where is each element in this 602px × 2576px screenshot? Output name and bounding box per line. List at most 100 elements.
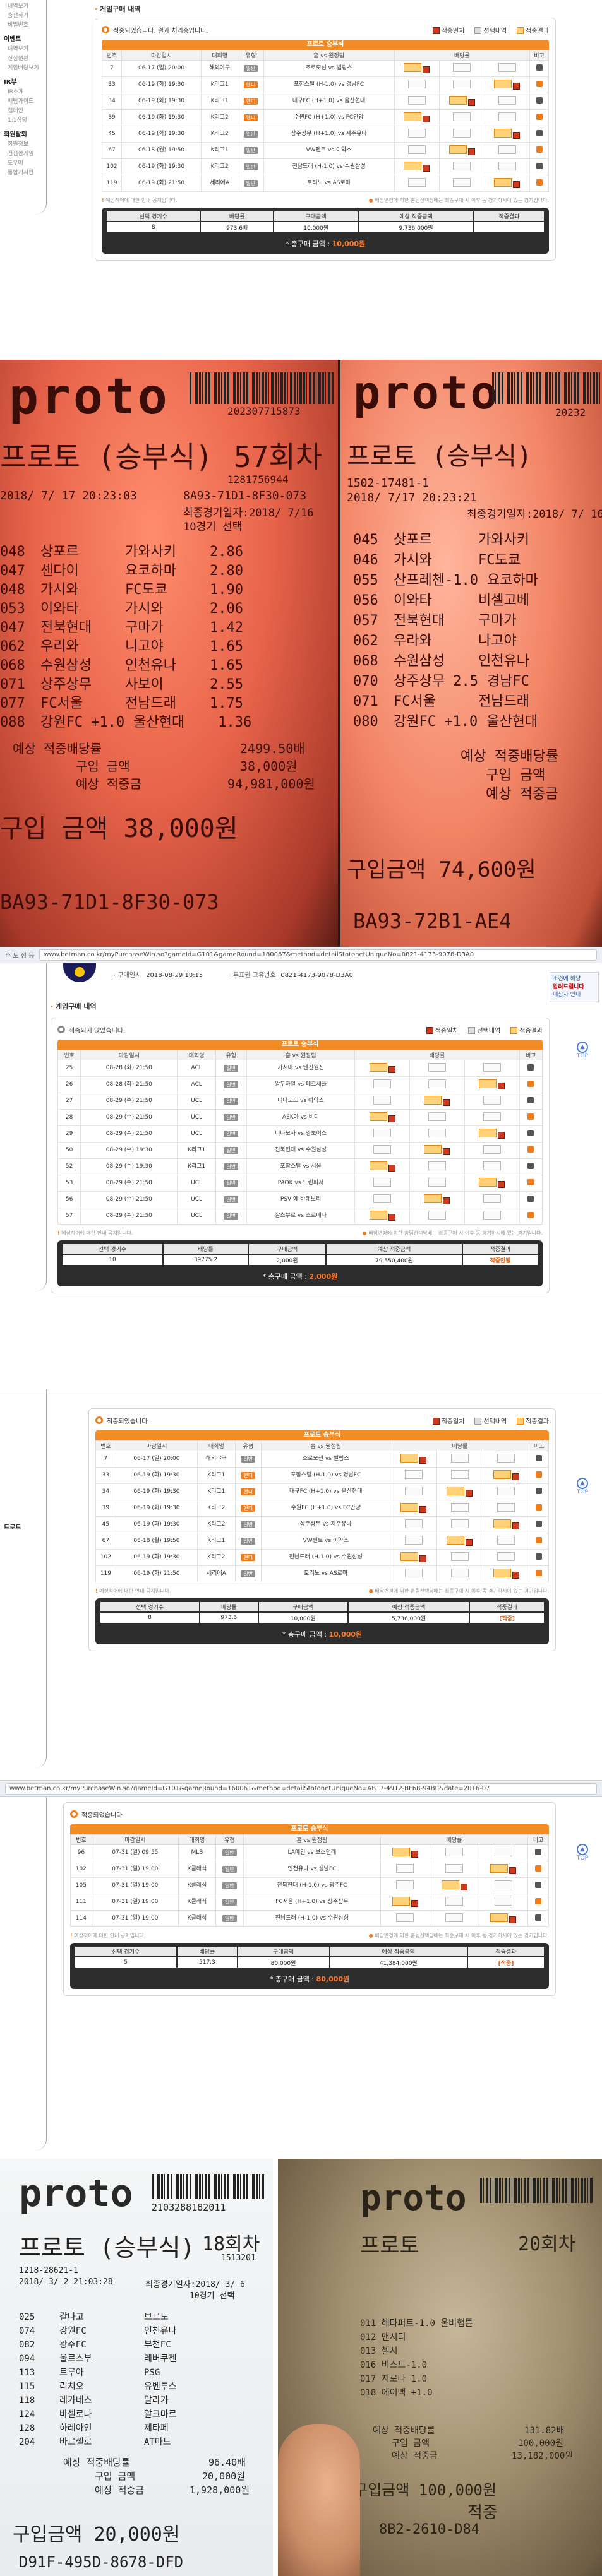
win-label: 예상 적중금 — [76, 776, 142, 792]
ticket-line: 082광주FC부천FC1.40 — [19, 2338, 272, 2352]
ticket-line: 128하레아인제타페1.54 — [19, 2421, 272, 2435]
sidebar-item[interactable]: 회원정보 — [8, 139, 46, 148]
odds-cell — [390, 1565, 437, 1582]
sidebar-item[interactable]: 신청현황 — [8, 54, 46, 62]
sidebar-item[interactable]: IR소개 — [8, 87, 46, 95]
sidebar-item[interactable]: 도우미 — [8, 158, 46, 167]
odds-cell — [482, 1549, 530, 1566]
odds-cell — [354, 1175, 411, 1192]
odds-box — [497, 1453, 515, 1463]
url-input[interactable]: www.betman.co.kr/myPurchaseWin.so?gameId… — [5, 1783, 597, 1795]
sidebar-item[interactable]: 내역보기 — [8, 44, 46, 52]
odds-box — [369, 1062, 387, 1072]
odds-cell — [464, 1060, 520, 1077]
top-button[interactable]: ▲ TOP — [572, 1042, 593, 1059]
table-header-row: 번호 마감일시 대회명 유형 홈 vs 원정팀 배당률 비고 — [102, 50, 549, 61]
sidebar-item[interactable]: 게임배당보기 — [8, 63, 46, 71]
game-type: 일반 — [215, 1142, 247, 1159]
ticket-cell: 전북현대 — [394, 613, 445, 629]
top-button[interactable]: ▲ TOP — [572, 1844, 593, 1861]
table-title: 프로토 승부식 — [57, 1040, 543, 1050]
type-tag: 핸디 — [243, 97, 258, 105]
sidebar-item[interactable]: 이벤트 — [4, 33, 46, 43]
odds-box — [400, 1552, 419, 1561]
sidebar-item[interactable]: 충전하기 — [8, 11, 46, 19]
result-icon — [536, 64, 543, 71]
remark — [529, 76, 549, 93]
section-title: 게임구매 내역 — [95, 4, 556, 14]
result-icon — [535, 1848, 542, 1855]
sidebar-item[interactable]: 건전한게임 — [8, 149, 46, 157]
remark — [529, 158, 549, 175]
odds-cell — [439, 142, 485, 159]
league: K리그1 — [177, 1158, 216, 1175]
odds-box — [445, 1896, 464, 1906]
game-type: 일반 — [215, 1125, 247, 1143]
ticket-cell: 124 — [19, 2409, 35, 2419]
summary-value: 79,550,400원 — [327, 1255, 462, 1265]
pick-check-icon — [498, 1131, 505, 1139]
summary-header: 예상 적중금액 — [348, 1602, 469, 1611]
table-header: 비고 — [527, 1834, 549, 1845]
game-number: 96 — [70, 1844, 92, 1861]
sidebar-item[interactable]: 배팅가이드 — [8, 97, 46, 105]
ticket-cell: 1.75 — [210, 696, 243, 711]
table-row: 96 07-31 (일) 09:55 MLB 일반 LA에인 vs 보스턴레 — [70, 1844, 549, 1861]
summary-header: 배당률 — [201, 211, 273, 221]
address-bar[interactable]: www.betman.co.kr/myPurchaseWin.so?gameId… — [0, 1781, 602, 1797]
odds-box — [404, 62, 422, 72]
odds-box — [450, 1552, 469, 1561]
win-label: 예상 적중금 — [486, 786, 558, 802]
odds-cell — [484, 158, 530, 175]
summary-table: 선택 경기수 배당률 구매금액 예상 적중금액 적중결과 8 973.6 10,000원 5,7… — [99, 1601, 545, 1624]
match: 전북현대 (H-1.0) vs 광주FC — [243, 1877, 381, 1894]
top-button[interactable]: ▲ TOP — [572, 1478, 593, 1495]
address-bar[interactable]: 주 도 정 등 www.betman.co.kr/myPurchaseWin.s… — [0, 947, 602, 963]
table-row: 39 06-19 (화) 19:30 K리그2 핸디 수원FC (H+1.0) vs F… — [95, 1500, 549, 1517]
odds-cell — [429, 1910, 479, 1927]
table-header: 대회명 — [178, 1834, 216, 1845]
summary-header: 구매금액 — [274, 211, 358, 221]
table-header: 번호 — [57, 1050, 81, 1060]
deadline: 08-29 (수) 21:50 — [80, 1109, 178, 1126]
table-row: 102 07-31 (일) 19:00 K클래식 일반 인천유나 vs 성남FC — [70, 1861, 549, 1878]
ticket-cell: 레버쿠젠 — [144, 2354, 177, 2364]
legend: 적중일치 선택내역 적중결과 — [432, 1416, 549, 1425]
sidebar-item[interactable]: 캠페인 — [8, 106, 46, 114]
purchase-panel: 적중되지 않았습니다. 적중일치 선택내역 적중결과 프로토 승부식 번호 마감일시… — [51, 1018, 550, 1293]
ticket-cell: 전남드래 — [478, 694, 529, 709]
match: PSV 에 바테보리 — [246, 1191, 356, 1208]
sidebar-item[interactable]: 회원탈퇴 — [4, 129, 46, 138]
sidebar-item[interactable]: 비밀번호 — [8, 20, 46, 28]
odds-cell — [380, 1894, 430, 1911]
ticket-cell: 055 — [353, 573, 378, 588]
type-tag: 일반 — [224, 1163, 239, 1171]
deadline: 07-31 (일) 09:55 — [91, 1844, 179, 1861]
ticket-left: proto 2103288182011 프로토 (승부식) 18회차 15132… — [0, 2159, 273, 2576]
ticket-cell: 삿포르 — [394, 532, 432, 548]
pick-check-icon — [467, 148, 475, 155]
match: 대구FC (H+1.0) vs 울산현대 — [260, 1483, 391, 1500]
remark — [527, 1861, 549, 1878]
match: 수원FC (H+1.0) vs FC안양 — [260, 1500, 391, 1517]
summary-value: 9,736,000원 — [359, 222, 473, 232]
summary-value: [적중] — [470, 1613, 544, 1623]
url-input[interactable]: www.betman.co.kr/myPurchaseWin.so?gameId… — [39, 949, 597, 961]
remark — [519, 1208, 543, 1225]
sidebar-item[interactable]: 내역보기 — [8, 1, 46, 9]
side-banner[interactable]: 조건에 해당 알려드립니다 대상자 안내 — [550, 972, 599, 1002]
ticket-cell: 말라가 — [144, 2395, 169, 2406]
sidebar-item[interactable]: IR부 — [4, 76, 46, 86]
deadline: 07-31 (일) 19:00 — [91, 1861, 179, 1878]
odds-cell — [354, 1076, 411, 1093]
odds-box — [447, 1486, 465, 1495]
sidebar-item[interactable]: 통합게시판 — [8, 168, 46, 176]
odds-cell — [436, 1533, 484, 1550]
summary-value-row: 8 973.6 10,000원 5,736,000원 [적중] — [100, 1613, 544, 1623]
notes: ! 예상적어에 대한 안내 공지입니다. ● 배당변경에 의한 홈팀선택당배는 … — [102, 198, 549, 203]
deadline: 06-19 (화) 19:30 — [115, 1500, 198, 1517]
odds-cell — [354, 1125, 411, 1143]
ticket-cell: 인천유나 — [125, 658, 176, 674]
ticket-cell: 비셀고베 — [478, 593, 529, 608]
sidebar-item[interactable]: 1:1상담 — [8, 116, 46, 124]
